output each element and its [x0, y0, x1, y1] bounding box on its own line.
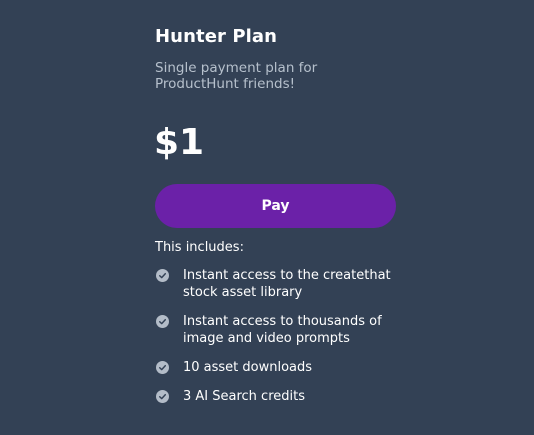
check-circle-icon [156, 315, 169, 328]
feature-item: 3 AI Search credits [155, 388, 405, 405]
plan-title: Hunter Plan [155, 26, 278, 47]
check-circle-icon [156, 390, 169, 403]
plan-description: Single payment plan for ProductHunt frie… [155, 60, 318, 92]
includes-label: This includes: [155, 240, 244, 255]
feature-text: 10 asset downloads [183, 360, 313, 375]
feature-text: Instant access to the createthat stock a… [183, 268, 391, 300]
check-circle-icon [156, 269, 169, 282]
feature-text: 3 AI Search credits [183, 389, 305, 404]
check-circle-icon [156, 361, 169, 374]
feature-item: 10 asset downloads [155, 359, 405, 376]
feature-item: Instant access to the createthat stock a… [155, 267, 405, 301]
feature-text: Instant access to thousands of image and… [183, 314, 382, 346]
plan-price: $1 [154, 122, 205, 163]
feature-item: Instant access to thousands of image and… [155, 313, 405, 347]
pay-button[interactable]: Pay [155, 184, 396, 228]
feature-list: Instant access to the createthat stock a… [155, 267, 405, 417]
